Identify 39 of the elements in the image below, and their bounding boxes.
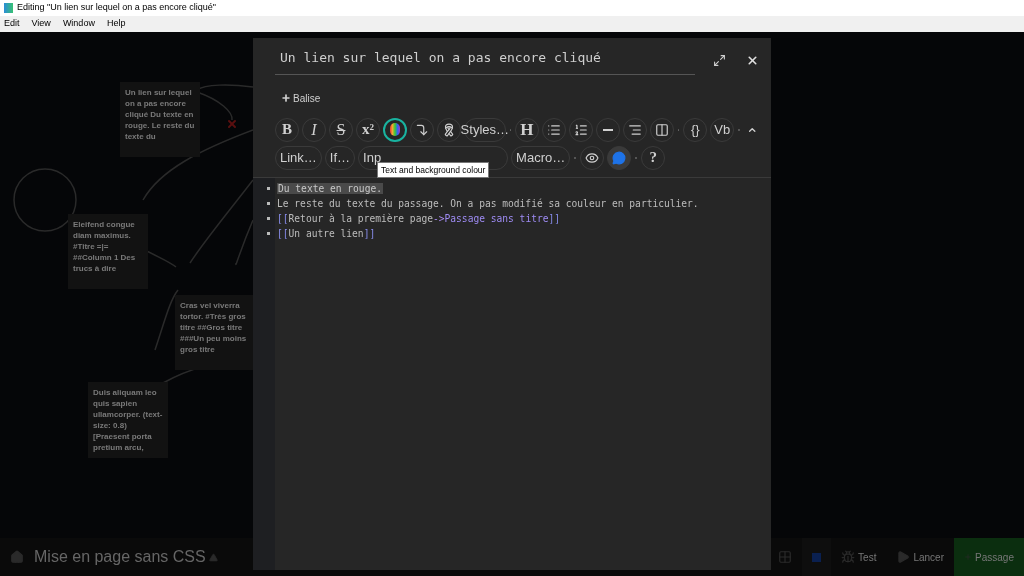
grid-icon [778, 550, 793, 564]
passage-card[interactable]: Eleifend congue diam maximus. #Titre =|= ##Column 1 Des trucs à dire [68, 214, 148, 289]
toolbar-button[interactable]: Test [831, 538, 887, 576]
rainbow-icon [390, 123, 400, 136]
passage-name-field[interactable]: Un lien sur lequel on a pas encore cliqué [275, 46, 695, 75]
columns-icon [654, 122, 669, 137]
broken-link-icon [226, 118, 238, 130]
close-icon[interactable] [746, 53, 759, 67]
menu-item[interactable]: Window [60, 17, 97, 31]
plus-icon [281, 93, 291, 103]
passage-card[interactable]: Duis aliquam leo quis sapien ullamcorper. (text-size: 0.8)[Praesent porta pretium arcu, [88, 382, 168, 458]
tooltip: Text and background colour [377, 161, 490, 179]
add-tag-button[interactable]: Balise [281, 90, 321, 106]
toolbar-button[interactable]: Lancer [886, 538, 954, 576]
ribbon-icon [442, 122, 456, 137]
app-logo-icon [4, 3, 13, 13]
code-line: Le reste du texte du passage. On a pas modifié sa couleur en particulier. [265, 196, 771, 210]
expand-icon[interactable] [713, 53, 726, 67]
bug-icon [841, 550, 856, 564]
play-icon [896, 550, 911, 564]
code-line: [[Retour à la première page->Passage sans titre]] [265, 211, 771, 225]
eye-icon [585, 150, 600, 165]
speech-bubble-icon [612, 150, 627, 165]
code-line: [[Un autre lien]] [265, 226, 771, 240]
code-line: Du texte en rouge. [265, 181, 771, 195]
home-icon [10, 550, 24, 564]
menu-item[interactable]: View [29, 17, 53, 31]
bullet-list-icon [546, 122, 561, 137]
numbered-list-icon [573, 122, 588, 137]
menu-item[interactable]: Edit [2, 17, 22, 31]
passage-card[interactable]: Cras vel viverra tortor. #Très gros titre ##Gros titre ###Un peu moins gros titre [175, 295, 255, 370]
corner-icon [415, 122, 429, 137]
square-icon [812, 552, 822, 562]
passage-card[interactable]: Un lien sur lequel on a pas encore cliqué Du texte en rouge. Le reste du texte du [120, 82, 200, 157]
align-right-icon [627, 122, 642, 137]
menu-item[interactable]: Help [104, 17, 128, 31]
caret-icon [207, 552, 219, 562]
colour-button[interactable] [383, 117, 407, 142]
window-title: Editing "Un lien sur lequel on a pas encore cliqué" [17, 1, 216, 15]
